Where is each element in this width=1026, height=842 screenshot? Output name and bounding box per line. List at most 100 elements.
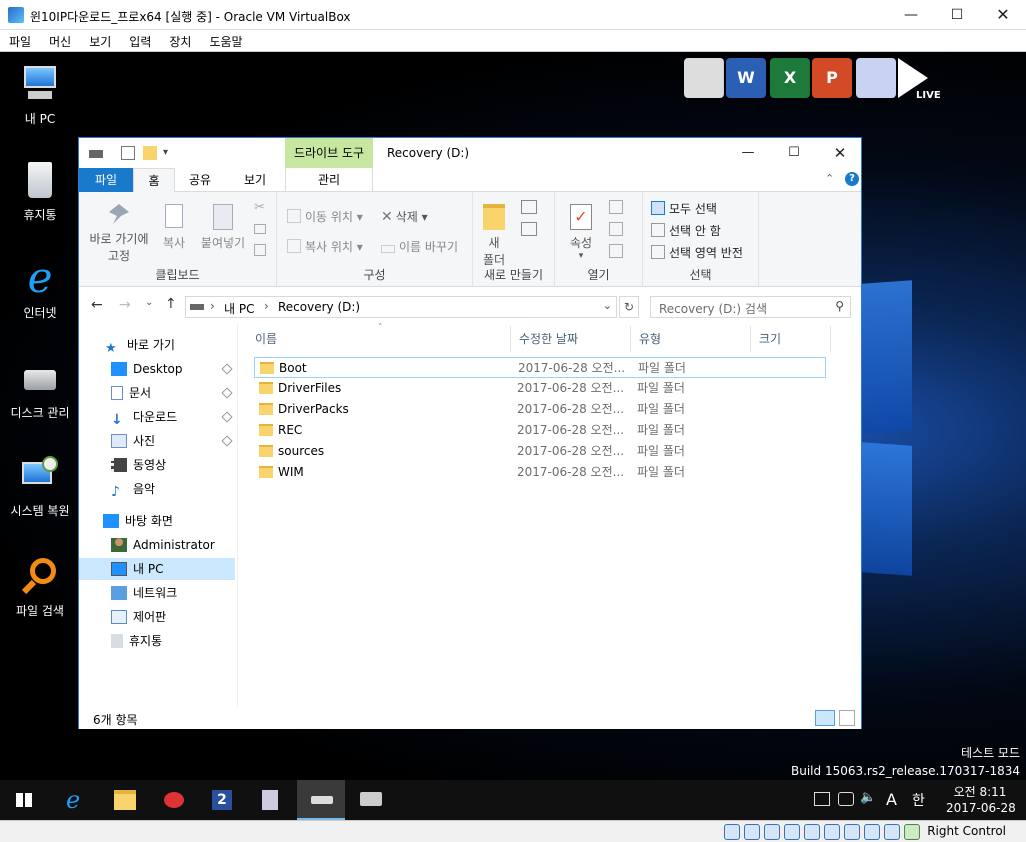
clock-time[interactable]: 오전 8:11 (946, 783, 1014, 800)
nav-music[interactable]: ♪ 음악 (111, 478, 155, 500)
new-folder-button[interactable]: 새 폴더 (479, 204, 509, 268)
network-adapter-icon[interactable] (784, 824, 800, 840)
maximize-button[interactable]: ☐ (934, 0, 980, 30)
easy-access-icon[interactable] (521, 222, 537, 236)
address-dropdown-icon[interactable]: ⌄ (603, 299, 612, 312)
taskbar-calculator[interactable] (246, 780, 294, 820)
menu-input[interactable]: 입력 (120, 30, 160, 53)
explorer-title-bar[interactable]: ▾ 드라이브 도구 Recovery (D:) — ☐ ✕ (79, 138, 861, 168)
nav-desktop-root[interactable]: 바탕 화면 (103, 510, 173, 532)
new-folder-qat-icon[interactable] (143, 146, 157, 160)
open-icon[interactable] (609, 200, 623, 214)
tools-icon[interactable] (684, 58, 724, 98)
column-header-modified[interactable]: 수정한 날짜 (511, 326, 631, 352)
desktop-icon-file-search[interactable]: 파일 검색 (4, 556, 76, 619)
table-row[interactable]: WIM 2017-06-28 오전... 파일 폴더 (254, 462, 826, 483)
refresh-icon[interactable]: ↻ (619, 296, 639, 318)
taskbar-disk-tool[interactable] (346, 780, 394, 820)
back-arrow-icon[interactable]: ← (91, 297, 103, 313)
desktop-icon-disk-management[interactable]: 디스크 관리 (4, 358, 76, 421)
up-arrow-icon[interactable]: ↑ (165, 296, 177, 312)
recent-locations-icon[interactable]: ⌄ (145, 297, 153, 308)
help-icon[interactable]: ? (845, 172, 859, 186)
tab-home[interactable]: 홈 (133, 168, 175, 193)
select-none-button[interactable]: 선택 안 함 (651, 222, 721, 239)
nav-videos[interactable]: 동영상 (111, 454, 166, 476)
column-header-size[interactable]: 크기 (751, 326, 831, 352)
explorer-close-button[interactable]: ✕ (817, 138, 863, 168)
paste-button[interactable]: 붙여넣기 (195, 204, 251, 251)
table-row[interactable]: REC 2017-06-28 오전... 파일 폴더 (254, 420, 826, 441)
table-row[interactable]: sources 2017-06-28 오전... 파일 폴더 (254, 441, 826, 462)
menu-devices[interactable]: 장치 (160, 30, 200, 53)
desktop-icon-internet[interactable]: e 인터넷 (4, 257, 76, 321)
menu-view[interactable]: 보기 (80, 30, 120, 53)
menu-machine[interactable]: 머신 (40, 30, 80, 53)
taskbar-file-explorer[interactable] (100, 780, 148, 820)
menu-file[interactable]: 파일 (0, 30, 40, 53)
powerpoint-icon[interactable]: P (812, 58, 852, 98)
volume-icon[interactable]: 🔈 (860, 790, 876, 805)
properties-qat-icon[interactable] (121, 146, 135, 160)
table-row[interactable]: DriverPacks 2017-06-28 오전... 파일 폴더 (254, 399, 826, 420)
details-view-icon[interactable] (815, 710, 835, 726)
pin-quick-access-button[interactable]: 바로 가기에 고정 (87, 204, 151, 264)
display-icon[interactable] (844, 824, 860, 840)
explorer-maximize-button[interactable]: ☐ (771, 138, 817, 168)
shared-folders-icon[interactable] (824, 824, 840, 840)
taskbar-app[interactable] (150, 780, 198, 820)
nav-documents[interactable]: 문서 (111, 382, 235, 404)
collapse-ribbon-icon[interactable]: ⌃ (825, 172, 834, 185)
properties-button[interactable]: ✓ 속성 ▾ (561, 204, 601, 261)
cut-icon[interactable]: ✂ (254, 200, 265, 215)
desktop-icon-this-pc[interactable]: 내 PC (4, 64, 76, 127)
nav-downloads[interactable]: ↓ 다운로드 (111, 406, 235, 428)
edit-icon[interactable] (609, 222, 623, 236)
breadcrumb-recovery[interactable]: Recovery (D:) (278, 300, 360, 314)
taskbar-drive-window[interactable] (297, 780, 345, 820)
network-tray-icon[interactable] (814, 792, 830, 806)
desktop-icon-system-restore[interactable]: 시스템 복원 (4, 456, 76, 519)
word-icon[interactable]: W (726, 58, 766, 98)
copy-button[interactable]: 복사 (157, 204, 191, 251)
notes-icon[interactable] (856, 58, 896, 98)
desktop-icon-recycle-bin[interactable]: 휴지통 (4, 160, 76, 223)
history-icon[interactable] (609, 244, 623, 258)
qat-dropdown-icon[interactable]: ▾ (163, 146, 177, 160)
column-header-name[interactable]: 이름 (247, 326, 511, 352)
breadcrumb-this-pc[interactable]: 내 PC (224, 300, 254, 317)
close-button[interactable]: ✕ (980, 0, 1026, 30)
explorer-minimize-button[interactable]: — (725, 138, 771, 168)
minimize-button[interactable]: — (888, 0, 934, 30)
nav-quick-access[interactable]: ★ 바로 가기 (105, 334, 175, 356)
nav-administrator[interactable]: Administrator (111, 534, 215, 556)
forward-arrow-icon[interactable]: → (119, 297, 131, 313)
virtualbox-title-bar[interactable]: 윈10IP다운로드_프로x64 [실행 중] - Oracle VM Virtu… (0, 0, 1026, 30)
move-to-button[interactable]: 이동 위치 ▾ (287, 208, 363, 225)
disk-drive-icon[interactable] (744, 824, 760, 840)
tab-manage[interactable]: 관리 (285, 168, 373, 192)
tab-file[interactable]: 파일 (79, 168, 133, 192)
clock-date[interactable]: 2017-06-28 (946, 801, 1016, 815)
nav-network[interactable]: 네트워크 (111, 582, 177, 604)
tray-app-icon[interactable] (838, 792, 854, 806)
virtualization-icon[interactable] (884, 824, 900, 840)
host-key-indicator-icon[interactable] (904, 824, 920, 840)
paste-shortcut-icon[interactable] (254, 244, 266, 256)
rename-button[interactable]: 이름 바꾸기 (381, 238, 458, 255)
select-all-button[interactable]: 모두 선택 (651, 200, 717, 217)
nav-desktop[interactable]: Desktop (111, 358, 235, 380)
audio-icon[interactable] (764, 824, 780, 840)
nav-control-panel[interactable]: 제어판 (111, 606, 166, 628)
ime-mode-letter[interactable]: A (886, 790, 897, 809)
tab-view[interactable]: 보기 (225, 168, 285, 192)
table-row[interactable]: DriverFiles 2017-06-28 오전... 파일 폴더 (254, 378, 826, 399)
taskbar-internet-explorer[interactable]: e (52, 780, 100, 820)
column-header-type[interactable]: 유형 (631, 326, 751, 352)
large-icons-view-icon[interactable] (839, 710, 855, 726)
nav-pictures[interactable]: 사진 (111, 430, 235, 452)
recording-icon[interactable] (864, 824, 880, 840)
nav-recycle-bin[interactable]: 휴지통 (111, 630, 162, 652)
tab-share[interactable]: 공유 (175, 168, 225, 192)
delete-button[interactable]: ✕ 삭제 ▾ (381, 208, 428, 225)
